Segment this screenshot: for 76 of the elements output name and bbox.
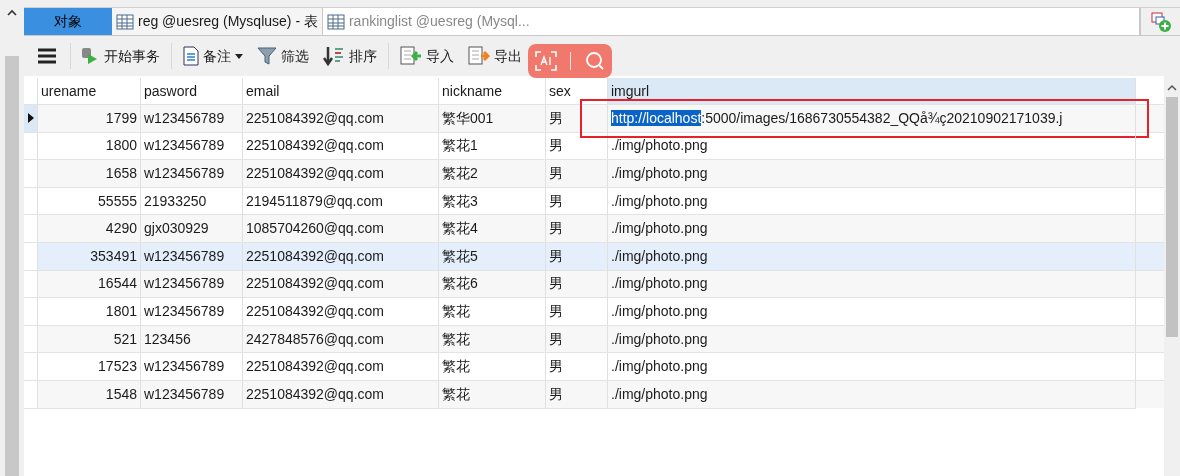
table-cell: 4290	[38, 215, 141, 242]
toolbar-button[interactable]: 开始事务	[75, 41, 165, 71]
table-cell: 男	[546, 215, 608, 242]
table-cell: 2251084392@qq.com	[243, 160, 439, 187]
table-cell: 繁花	[439, 298, 546, 325]
table-cell: 2251084392@qq.com	[243, 298, 439, 325]
table-cell: 1085704260@qq.com	[243, 215, 439, 242]
table-cell: 353491	[38, 242, 141, 270]
table-cell: 男	[546, 380, 608, 408]
toolbar-button[interactable]: 排序	[318, 41, 382, 71]
table-cell-text: ./img/photo.png	[611, 246, 708, 266]
table-cell: gjx030929	[141, 215, 243, 242]
search-icon[interactable]	[585, 51, 606, 71]
document-icon	[183, 46, 199, 66]
table-cell-text: ./img/photo.png	[611, 191, 708, 211]
table-cell: w123456789	[141, 160, 243, 187]
toolbar-button[interactable]: 筛选	[252, 41, 314, 71]
table-cell: 繁花4	[439, 215, 546, 242]
column-header[interactable]: nickname	[439, 78, 546, 104]
table-cell-text: ./img/photo.png	[611, 357, 708, 377]
table-cell: 繁花	[439, 353, 546, 380]
table-cell: 17523	[38, 353, 141, 380]
table-cell: w123456789	[141, 242, 243, 270]
table-cell-text: ./img/photo.png	[611, 274, 708, 294]
add-table-icon[interactable]	[1149, 10, 1172, 33]
table-icon	[116, 13, 134, 30]
menu-icon[interactable]	[38, 48, 56, 64]
column-header[interactable]: email	[243, 78, 439, 104]
table-cell-text: ./img/photo.png	[611, 301, 708, 321]
sort-icon	[323, 46, 345, 66]
table-cell: 繁华001	[439, 105, 546, 132]
table-cell: 1799	[38, 105, 141, 132]
table-cell: 1548	[38, 380, 141, 408]
table-cell: 男	[546, 242, 608, 270]
table-cell-text: ./img/photo.png	[611, 136, 708, 156]
import-icon	[400, 46, 422, 66]
row-pointer-icon	[27, 113, 34, 124]
table-cell: 男	[546, 105, 608, 132]
table-cell-text: ./img/photo.png	[611, 329, 708, 349]
ai-scan-icon[interactable]	[534, 51, 557, 71]
table-cell: w123456789	[141, 380, 243, 408]
table-cell: w123456789	[141, 105, 243, 132]
dropdown-button[interactable]: 备注	[178, 41, 248, 71]
table-cell: 男	[546, 298, 608, 325]
export-icon	[468, 46, 490, 66]
column-header[interactable]: pasword	[141, 78, 243, 104]
tab[interactable]: 对象	[24, 8, 112, 35]
table-icon	[326, 13, 345, 30]
table-cell: w123456789	[141, 353, 243, 380]
column-header[interactable]: sex	[546, 78, 608, 104]
table-cell: 男	[546, 160, 608, 187]
collapse-icon[interactable]	[7, 9, 17, 16]
table-cell: 2251084392@qq.com	[243, 353, 439, 380]
toolbar-button[interactable]: 导出	[463, 41, 527, 71]
table-cell: 2251084392@qq.com	[243, 380, 439, 408]
table-cell-text: ./img/photo.png	[611, 384, 708, 404]
table-cell: 1658	[38, 160, 141, 187]
column-header[interactable]: imgurl	[608, 78, 1136, 104]
table-cell: 男	[546, 353, 608, 380]
table-cell: w123456789	[141, 298, 243, 325]
table-cell: 繁花2	[439, 160, 546, 187]
filter-icon	[257, 46, 277, 66]
toolbar-button[interactable]: 导入	[395, 41, 459, 71]
table-cell: 1801	[38, 298, 141, 325]
column-header[interactable]: urename	[38, 78, 141, 104]
table-cell-text: ./img/photo.png	[611, 164, 708, 183]
table-cell: 2251084392@qq.com	[243, 105, 439, 132]
caret-icon	[235, 53, 243, 59]
table-cell: 繁花5	[439, 242, 546, 270]
row-header[interactable]	[24, 105, 38, 132]
tab[interactable]: reg @uesreg (Mysqluse) - 表	[112, 8, 323, 35]
tab[interactable]: rankinglist @uesreg (Mysql...	[322, 8, 1140, 35]
table-cell-text: ./img/photo.png	[611, 219, 708, 239]
scroll-up-icon[interactable]	[1167, 84, 1177, 91]
table-cell: 繁花	[439, 380, 546, 408]
table-cell: 2251084392@qq.com	[243, 242, 439, 270]
